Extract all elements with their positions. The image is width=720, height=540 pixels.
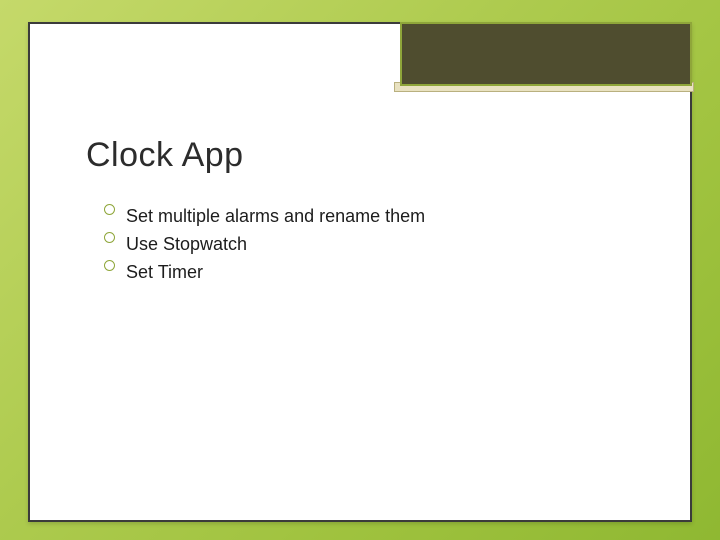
bullet-text: Use Stopwatch <box>126 234 247 254</box>
bullet-text: Set multiple alarms and rename them <box>126 206 425 226</box>
bullet-list: Set multiple alarms and rename them Use … <box>86 203 650 285</box>
bullet-text: Set Timer <box>126 262 203 282</box>
corner-olive-box <box>400 22 692 86</box>
corner-decoration <box>400 22 692 94</box>
list-item: Set Timer <box>104 259 650 285</box>
bullet-icon <box>104 260 115 271</box>
bullet-icon <box>104 232 115 243</box>
list-item: Use Stopwatch <box>104 231 650 257</box>
slide-title: Clock App <box>86 136 650 175</box>
slide-content: Clock App Set multiple alarms and rename… <box>86 136 650 287</box>
slide-card: Clock App Set multiple alarms and rename… <box>28 22 692 522</box>
bullet-icon <box>104 204 115 215</box>
list-item: Set multiple alarms and rename them <box>104 203 650 229</box>
